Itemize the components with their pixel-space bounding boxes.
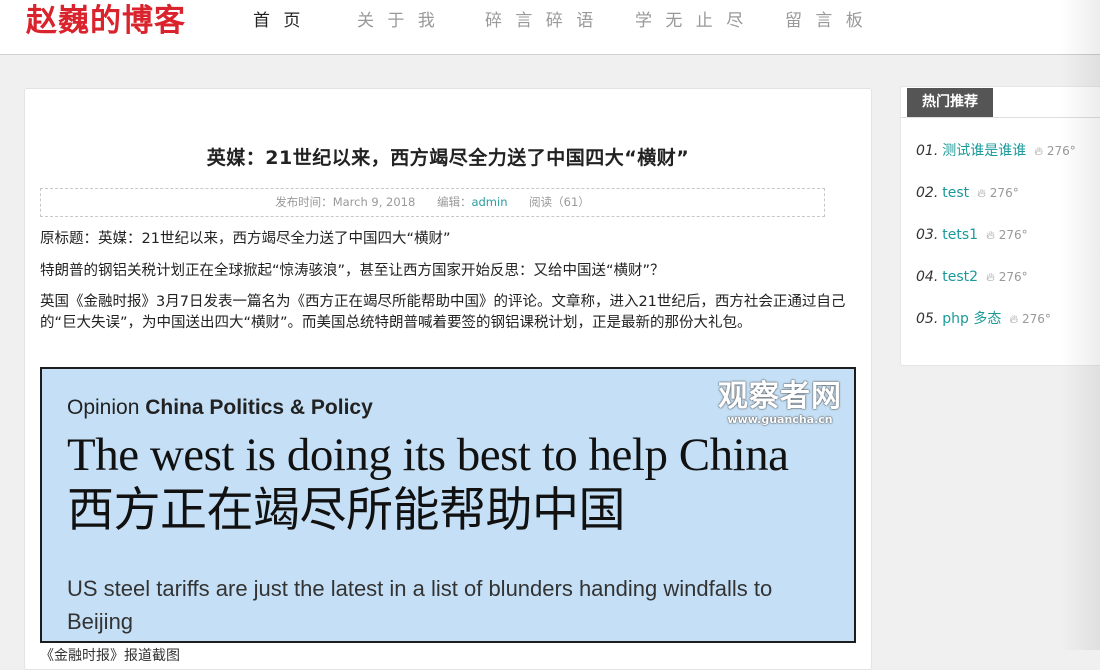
watermark-logo-text: 观察者网 <box>718 379 842 414</box>
editor-info: 编辑：admin <box>437 195 508 209</box>
hot-item: 03. tets1 🔥︎ 276° <box>916 225 1028 245</box>
hot-item-link[interactable]: test2 <box>942 269 978 285</box>
hot-item: 04. test2 🔥︎ 276° <box>916 267 1028 287</box>
nav-item-notes[interactable]: 碎 言 碎 语 <box>485 9 597 33</box>
hot-item-views: 🔥︎ 276° <box>986 270 1028 284</box>
hot-item-number: 04. <box>916 269 939 285</box>
nav-item-learning[interactable]: 学 无 止 尽 <box>635 9 747 33</box>
hot-item-link[interactable]: php 多态 <box>942 311 1001 327</box>
hot-item: 05. php 多态 🔥︎ 276° <box>916 309 1051 329</box>
hot-recommend-panel: 热门推荐 01. 测试谁是谁谁 🔥︎ 276° 02. test 🔥︎ 276° 03.… <box>900 86 1100 366</box>
hot-item-number: 02. <box>916 185 939 201</box>
read-count: 阅读（61） <box>529 195 590 209</box>
article-image: Opinion China Politics & Policy The west… <box>40 367 856 643</box>
hot-item-views: 🔥︎ 276° <box>1034 144 1076 158</box>
hot-item-link[interactable]: tets1 <box>942 227 978 243</box>
editor-link[interactable]: admin <box>471 195 507 209</box>
article-card: 英媒：21世纪以来，西方竭尽全力送了中国四大“横财” 发布时间：March 9,… <box>24 88 872 670</box>
hot-item-views: 🔥︎ 276° <box>977 186 1019 200</box>
article-title: 英媒：21世纪以来，西方竭尽全力送了中国四大“横财” <box>206 147 690 169</box>
hot-item: 02. test 🔥︎ 276° <box>916 183 1019 203</box>
image-subhead: US steel tariffs are just the latest in … <box>67 576 773 634</box>
editor-label: 编辑： <box>436 195 472 209</box>
paragraph-intro: 特朗普的钢铝关税计划正在全球掀起“惊涛骇浪”，甚至让西方国家开始反思：又给中国送… <box>40 263 665 279</box>
image-caption: 《金融时报》报道截图 <box>40 648 180 664</box>
hot-item-number: 03. <box>916 227 939 243</box>
panel-divider <box>901 117 1100 118</box>
hot-item-views: 🔥︎ 276° <box>986 228 1028 242</box>
paragraph-original-title: 原标题：英媒：21世纪以来，西方竭尽全力送了中国四大“横财” <box>40 231 451 247</box>
panel-title: 热门推荐 <box>907 88 993 117</box>
hot-item-number: 05. <box>916 311 939 327</box>
nav-item-about[interactable]: 关 于 我 <box>357 9 439 33</box>
hot-item-link[interactable]: test <box>942 185 969 201</box>
site-header: 赵巍的博客 首 页 关 于 我 碎 言 碎 语 学 无 止 尽 留 言 板 <box>0 0 1100 55</box>
hot-item-views: 🔥︎ 276° <box>1009 312 1051 326</box>
watermark-url: www.guancha.cn <box>727 413 833 426</box>
publish-label: 发布时间： <box>275 195 333 209</box>
views-count: 276° <box>1022 312 1051 326</box>
views-count: 276° <box>998 270 1028 284</box>
publish-info: 发布时间：March 9, 2018 <box>275 195 415 209</box>
publish-date: March 9, 2018 <box>332 195 416 209</box>
flame-icon: 🔥︎ <box>986 228 995 242</box>
image-opinion-prefix: Opinion <box>67 396 146 419</box>
image-opinion-topic: China Politics & Policy <box>145 396 373 419</box>
views-count: 276° <box>989 186 1019 200</box>
views-count: 276° <box>1046 144 1076 158</box>
views-count: 276° <box>998 228 1028 242</box>
image-watermark: 观察者网 www.guancha.cn <box>718 379 842 427</box>
article-meta: 发布时间：March 9, 2018 编辑：admin 阅读（61） <box>40 188 825 217</box>
image-opinion-line: Opinion China Politics & Policy <box>67 396 373 420</box>
flame-icon: 🔥︎ <box>986 270 995 284</box>
image-headline: The west is doing its best to help China… <box>67 429 789 537</box>
paragraph-body: 英国《金融时报》3月7日发表一篇名为《西方正在竭尽所能帮助中国》的评论。文章称，… <box>40 294 846 331</box>
site-logo[interactable]: 赵巍的博客 <box>26 1 186 41</box>
flame-icon: 🔥︎ <box>977 186 986 200</box>
hot-item-link[interactable]: 测试谁是谁谁 <box>942 143 1026 159</box>
flame-icon: 🔥︎ <box>1034 144 1044 158</box>
flame-icon: 🔥︎ <box>1009 312 1019 326</box>
nav-item-home[interactable]: 首 页 <box>253 9 304 33</box>
hot-item: 01. 测试谁是谁谁 🔥︎ 276° <box>916 141 1076 161</box>
nav-item-guestbook[interactable]: 留 言 板 <box>785 9 867 33</box>
hot-item-number: 01. <box>916 143 939 159</box>
